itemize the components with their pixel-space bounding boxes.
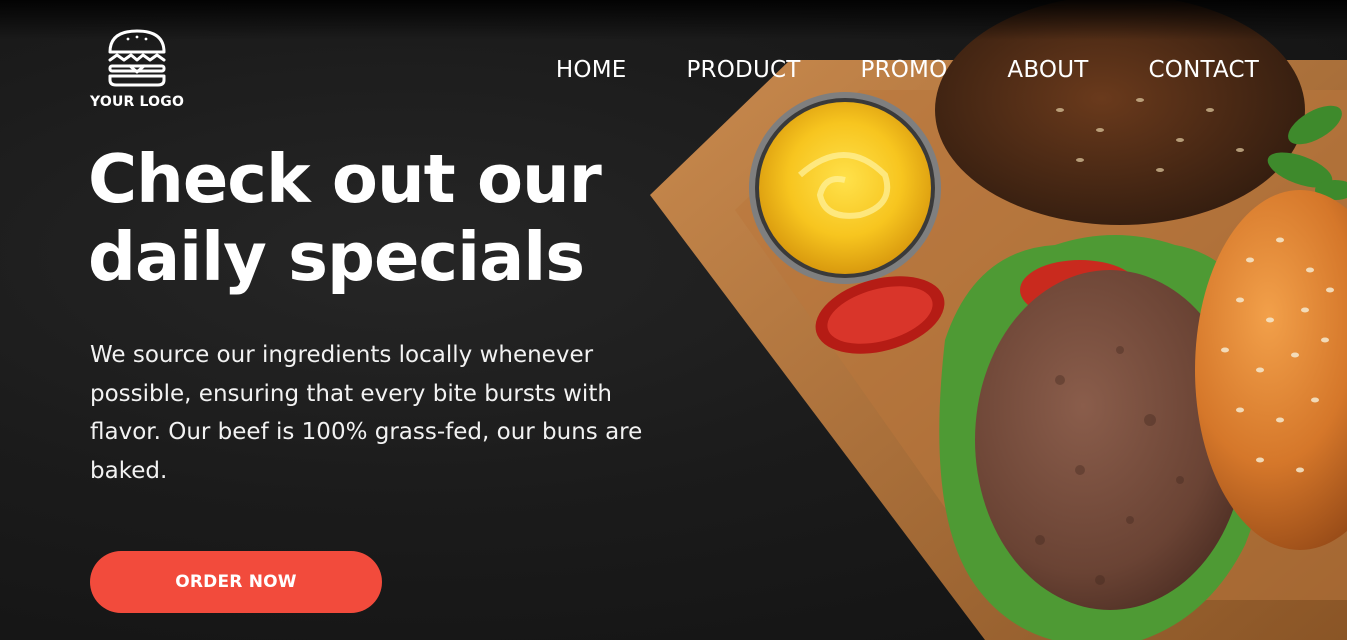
nav-about[interactable]: ABOUT: [1007, 57, 1088, 83]
main-nav: HOME PRODUCT PROMO ABOUT CONTACT: [520, 54, 1259, 86]
nav-product[interactable]: PRODUCT: [686, 57, 800, 83]
burger-icon: [108, 29, 166, 87]
hero-section: YOUR LOGO HOME PRODUCT PROMO ABOUT CONTA…: [0, 0, 1347, 640]
order-now-button[interactable]: ORDER NOW: [90, 551, 382, 613]
hero-headline: Check out our daily specials: [88, 140, 648, 296]
logo-text: YOUR LOGO: [90, 94, 185, 110]
burger-photo: [0, 0, 1347, 640]
nav-contact[interactable]: CONTACT: [1149, 57, 1259, 83]
nav-promo[interactable]: PROMO: [861, 57, 948, 83]
headline-line-1: Check out our: [88, 140, 602, 218]
logo[interactable]: YOUR LOGO: [90, 28, 190, 114]
headline-line-2: daily specials: [88, 218, 585, 296]
nav-home[interactable]: HOME: [556, 57, 627, 83]
hero-description: We source our ingredients locally whenev…: [90, 342, 643, 484]
